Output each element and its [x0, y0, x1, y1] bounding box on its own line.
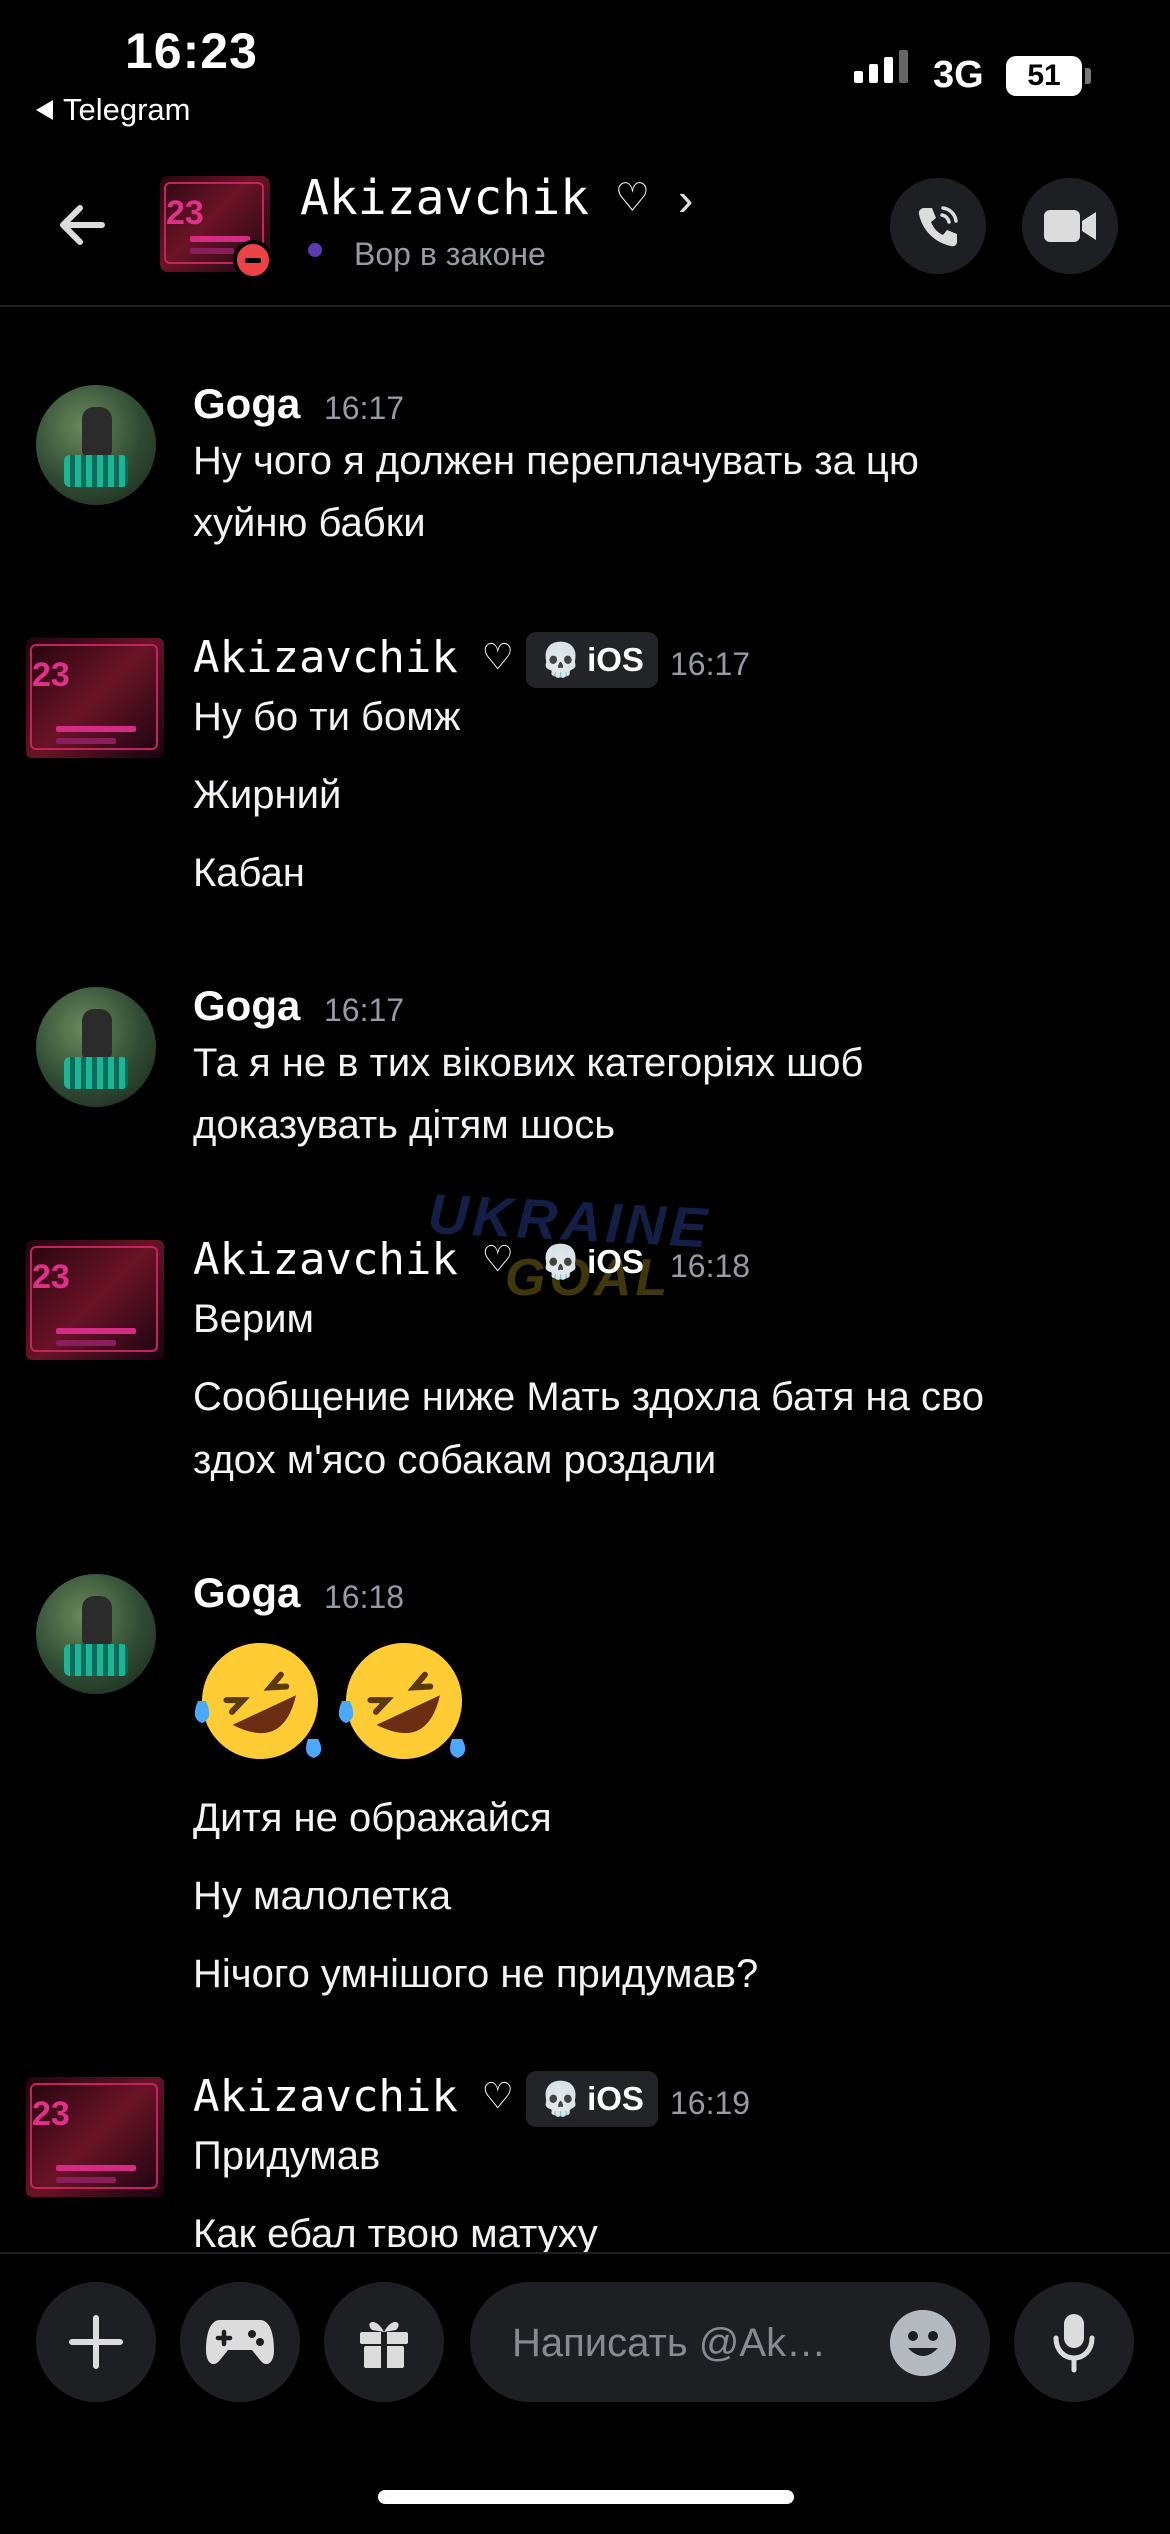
author-name[interactable]: Goga [193, 1569, 300, 1617]
voice-message-button[interactable] [1014, 2282, 1134, 2402]
gamepad-icon [206, 2320, 274, 2365]
chevron-right-icon[interactable]: › [678, 172, 693, 226]
author-name[interactable]: Akizavchik ♡ [193, 1234, 511, 1285]
back-app-label: Telegram [63, 92, 191, 127]
platform-tag: 💀 iOS [540, 1242, 644, 1281]
network-type: 3G [933, 54, 984, 96]
call-button[interactable] [890, 178, 986, 274]
message-text[interactable]: Придумав [193, 2125, 380, 2187]
message-time: 16:17 [324, 992, 405, 1028]
message-text[interactable]: Ну малолетка [193, 1865, 451, 1927]
message-text[interactable]: Сообщение ниже Мать здохла батя на сво [193, 1366, 984, 1428]
back-to-telegram[interactable]: Telegram [36, 92, 191, 128]
message-text[interactable]: доказувать дітям шось [193, 1094, 615, 1156]
author-name[interactable]: Akizavchik ♡ [193, 2071, 511, 2122]
avatar[interactable]: 23 [26, 1240, 164, 1360]
skull-icon: 💀 [540, 1242, 582, 1280]
battery-level: 51 [1027, 59, 1061, 92]
home-indicator[interactable] [378, 2490, 794, 2504]
gift-icon [360, 2321, 408, 2368]
header-divider [0, 305, 1170, 307]
phone-call-icon [918, 206, 958, 247]
channel-subtitle: Вор в законе [354, 236, 546, 272]
platform-tag: 💀 iOS [526, 2071, 658, 2127]
video-call-button[interactable] [1022, 178, 1118, 274]
message-text[interactable]: Нічого умнішого не придумав? [193, 1943, 758, 2005]
battery-cap [1085, 68, 1091, 84]
author-name[interactable]: Goga [193, 380, 300, 428]
message-text[interactable]: Дитя не ображайся [193, 1787, 552, 1849]
message-input[interactable] [510, 2282, 864, 2404]
video-camera-icon [1044, 210, 1096, 242]
message-time: 16:18 [324, 1579, 405, 1615]
message-text[interactable]: Кабан [193, 842, 305, 904]
author-name[interactable]: Akizavchik ♡ [193, 632, 511, 683]
channel-title[interactable]: Akizavchik ♡ [300, 170, 647, 226]
platform-tag: 💀 iOS [526, 632, 658, 688]
message-text[interactable]: Ну бо ти бомж [193, 686, 460, 748]
attach-button[interactable] [36, 2282, 156, 2402]
status-time: 16:23 [125, 23, 258, 79]
avatar[interactable]: 23 [26, 638, 164, 758]
message-text[interactable]: здох м'ясо собакам роздали [193, 1429, 716, 1491]
microphone-icon [1053, 2314, 1095, 2373]
plus-icon [69, 2315, 123, 2369]
message-text[interactable]: Жирний [193, 764, 341, 826]
avatar[interactable] [36, 987, 156, 1107]
battery-icon: 51 [1006, 56, 1082, 96]
message-input-container[interactable] [470, 2282, 990, 2404]
message-text[interactable]: Верим [193, 1288, 314, 1350]
message-text[interactable]: Ну чого я должен переплачувать за цю [193, 430, 919, 492]
avatar[interactable] [36, 385, 156, 505]
message-text[interactable]: Та я не в тих вікових категоріях шоб [193, 1032, 863, 1094]
emoji-icon[interactable] [890, 2310, 956, 2376]
dnd-status-icon [233, 240, 273, 280]
back-arrow-icon[interactable] [52, 195, 112, 255]
avatar[interactable] [36, 1574, 156, 1694]
message-time: 16:18 [670, 1248, 751, 1284]
rolling-laughing-emoji-icon[interactable] [334, 1631, 474, 1771]
avatar[interactable]: 23 [26, 2077, 164, 2197]
message-text[interactable]: хуйню бабки [193, 492, 426, 554]
cell-signal-icon [854, 50, 908, 83]
skull-icon: 💀 [540, 640, 582, 678]
back-triangle-icon [36, 100, 53, 120]
rolling-laughing-emoji-icon[interactable] [190, 1631, 330, 1771]
author-name[interactable]: Goga [193, 982, 300, 1030]
message-time: 16:17 [324, 390, 405, 426]
gift-button[interactable] [324, 2282, 444, 2402]
message-time: 16:19 [670, 2085, 751, 2121]
skull-icon: 💀 [540, 2079, 582, 2117]
activities-button[interactable] [180, 2282, 300, 2402]
message-time: 16:17 [670, 646, 751, 682]
